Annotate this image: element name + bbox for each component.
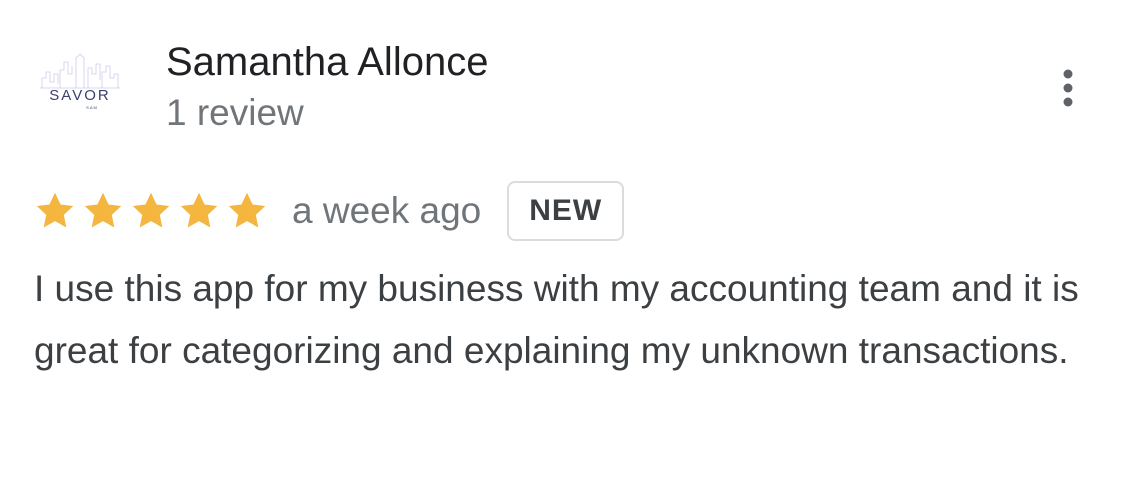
more-vertical-icon (1063, 69, 1073, 107)
logo-text: SAVOR (49, 87, 110, 104)
star-icon (224, 188, 270, 234)
logo-subtext: SAM (86, 105, 98, 110)
avatar[interactable]: SAVOR SAM (30, 44, 130, 136)
star-icon (128, 188, 174, 234)
more-options-button[interactable] (1050, 64, 1086, 112)
review-text: I use this app for my business with my a… (34, 268, 1079, 371)
review-count[interactable]: 1 review (166, 90, 304, 136)
savor-logo: SAVOR SAM (40, 53, 120, 110)
rating-row: a week ago NEW (32, 178, 625, 244)
star-icon (80, 188, 126, 234)
new-badge: NEW (507, 181, 625, 241)
star-rating (32, 188, 270, 234)
author-name[interactable]: Samantha Allonce (166, 38, 488, 86)
review-time: a week ago (292, 190, 482, 231)
review-card: SAVOR SAM Samantha Allonce 1 review a we… (0, 0, 1122, 500)
star-icon (32, 188, 78, 234)
star-icon (176, 188, 222, 234)
